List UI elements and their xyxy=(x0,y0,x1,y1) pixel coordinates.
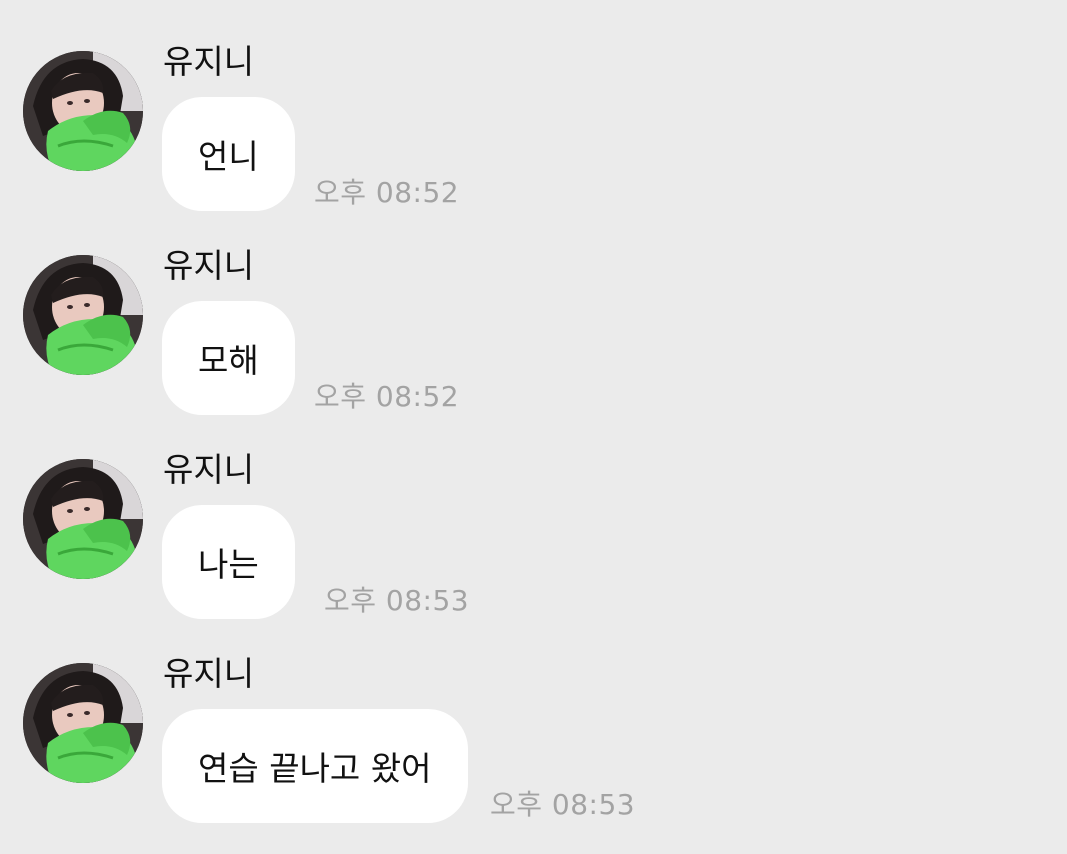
profile-photo-icon xyxy=(23,459,143,579)
avatar[interactable] xyxy=(23,663,143,783)
chat-message: 유지니 언니 오후 08:52 xyxy=(0,0,1067,211)
sender-name: 유지니 xyxy=(163,42,255,81)
message-bubble[interactable]: 언니 xyxy=(162,97,295,211)
sender-name: 유지니 xyxy=(163,450,255,489)
chat-message: 유지니 나는 오후 08:53 xyxy=(0,408,1067,619)
profile-photo-icon xyxy=(23,51,143,171)
message-bubble[interactable]: 나는 xyxy=(162,505,295,619)
chat-message: 유지니 연습 끝나고 왔어 오후 08:53 xyxy=(0,612,1067,823)
sender-name: 유지니 xyxy=(163,654,255,693)
message-bubble[interactable]: 연습 끝나고 왔어 xyxy=(162,709,468,823)
profile-photo-icon xyxy=(23,663,143,783)
sender-name: 유지니 xyxy=(163,246,255,285)
avatar[interactable] xyxy=(23,255,143,375)
message-time: 오후 08:53 xyxy=(490,788,636,821)
profile-photo-icon xyxy=(23,255,143,375)
avatar[interactable] xyxy=(23,51,143,171)
chat-message: 유지니 모해 오후 08:52 xyxy=(0,204,1067,415)
avatar[interactable] xyxy=(23,459,143,579)
message-bubble[interactable]: 모해 xyxy=(162,301,295,415)
